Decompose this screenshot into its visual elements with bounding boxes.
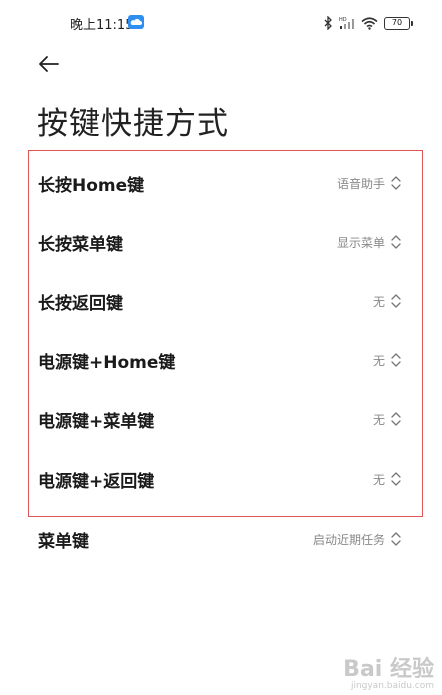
chevron-up-down-icon <box>391 176 401 190</box>
status-bar: 晚上11:15 HD 70 <box>0 0 442 44</box>
chevron-up-down-icon <box>391 472 401 486</box>
setting-value-selector[interactable]: 启动近期任务 <box>313 531 402 548</box>
setting-row-power-back[interactable]: 电源键+返回键 无 <box>38 459 402 499</box>
setting-value: 显示菜单 <box>336 235 385 250</box>
setting-row-menu-key[interactable]: 菜单键 启动近期任务 <box>38 519 402 559</box>
setting-value: 语音助手 <box>336 176 385 191</box>
setting-value: 无 <box>372 353 385 368</box>
back-arrow-icon <box>39 56 59 72</box>
setting-row-power-home[interactable]: 电源键+Home键 无 <box>38 340 402 380</box>
wifi-icon <box>361 16 378 30</box>
setting-label: 长按菜单键 <box>38 234 123 255</box>
setting-value-selector[interactable]: 语音助手 <box>337 175 402 192</box>
setting-label: 长按返回键 <box>38 293 123 314</box>
watermark-url: jingyan.baidu.com <box>350 681 434 691</box>
setting-value: 无 <box>372 412 385 427</box>
setting-row-power-menu[interactable]: 电源键+菜单键 无 <box>38 399 402 439</box>
chevron-up-down-icon <box>391 532 401 546</box>
setting-label: 电源键+返回键 <box>38 471 155 492</box>
setting-value-selector[interactable]: 显示菜单 <box>337 234 402 251</box>
setting-label: 长按Home键 <box>38 175 145 196</box>
setting-value-selector[interactable]: 无 <box>373 293 402 310</box>
setting-value-selector[interactable]: 无 <box>373 411 402 428</box>
back-button[interactable] <box>36 52 62 76</box>
setting-value: 无 <box>372 472 385 487</box>
status-time: 晚上11:15 <box>70 18 134 33</box>
setting-label: 菜单键 <box>38 531 89 552</box>
watermark-logo: Bai 经验 <box>343 657 434 682</box>
setting-row-long-press-back[interactable]: 长按返回键 无 <box>38 281 402 321</box>
settings-screen: 晚上11:15 HD 70 按键快捷方式 长按Home键 语音助手 长按菜单键 … <box>0 0 442 695</box>
status-icons: HD 70 <box>324 14 413 32</box>
setting-row-long-press-menu[interactable]: 长按菜单键 显示菜单 <box>38 222 402 262</box>
chevron-up-down-icon <box>391 294 401 308</box>
chevron-up-down-icon <box>391 235 401 249</box>
page-title: 按键快捷方式 <box>37 106 229 142</box>
battery-indicator: 70 <box>384 16 413 30</box>
svg-text:HD: HD <box>339 17 347 23</box>
setting-value-selector[interactable]: 无 <box>373 471 402 488</box>
cloud-icon <box>128 15 144 29</box>
baidu-watermark: Bai 经验 jingyan.baidu.com <box>343 651 434 691</box>
setting-label: 电源键+Home键 <box>38 352 176 373</box>
setting-value: 启动近期任务 <box>312 532 385 547</box>
setting-row-long-press-home[interactable]: 长按Home键 语音助手 <box>38 163 402 203</box>
chevron-up-down-icon <box>391 412 401 426</box>
signal-icon: HD <box>339 17 354 29</box>
chevron-up-down-icon <box>391 353 401 367</box>
setting-label: 电源键+菜单键 <box>38 411 155 432</box>
setting-value-selector[interactable]: 无 <box>373 352 402 369</box>
bluetooth-icon <box>324 16 332 30</box>
setting-value: 无 <box>372 294 385 309</box>
